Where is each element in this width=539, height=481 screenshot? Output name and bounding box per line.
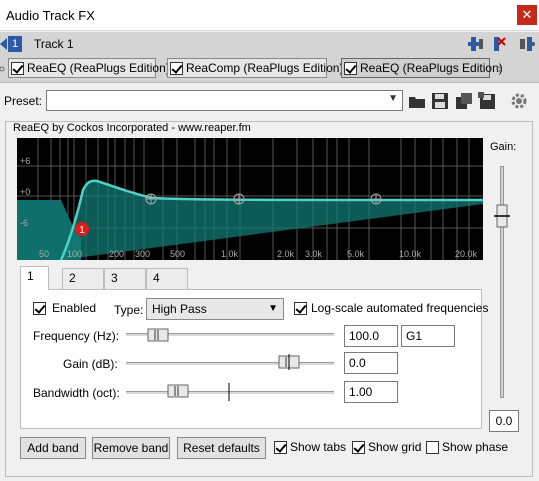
fx-tab-reaeq-1[interactable]: ReaEQ (ReaPlugs Edition) bbox=[8, 58, 170, 78]
fx-remove-icon[interactable] bbox=[489, 35, 507, 53]
svg-text:+6: +6 bbox=[20, 156, 30, 166]
bandwidth-default-marker bbox=[228, 383, 230, 401]
track-bar: 1 Track 1 bbox=[0, 32, 539, 55]
enabled-checkbox-row[interactable]: Enabled bbox=[33, 301, 96, 315]
preset-dropdown[interactable]: ▼ bbox=[46, 90, 403, 111]
enabled-checkbox[interactable] bbox=[33, 301, 46, 315]
open-folder-icon[interactable] bbox=[408, 92, 426, 110]
svg-text:300: 300 bbox=[135, 249, 150, 259]
log-scale-row[interactable]: Log-scale automated frequencies bbox=[294, 301, 488, 315]
fx-enable-checkbox[interactable] bbox=[170, 61, 183, 75]
gain-db-slider[interactable] bbox=[126, 362, 334, 366]
fx-enable-checkbox[interactable] bbox=[344, 61, 357, 75]
log-scale-checkbox[interactable] bbox=[294, 301, 307, 315]
enabled-label: Enabled bbox=[52, 301, 97, 315]
fx-tab-label: ReaEQ (ReaPlugs Edition) bbox=[27, 61, 170, 75]
fx-insert-icon[interactable] bbox=[467, 35, 485, 53]
fx-enable-checkbox[interactable] bbox=[11, 61, 24, 75]
gain-value-field[interactable]: 0.0 bbox=[489, 410, 519, 432]
window-title: Audio Track FX bbox=[6, 8, 95, 23]
svg-text:200: 200 bbox=[109, 249, 124, 259]
type-label: Type: bbox=[114, 303, 144, 317]
type-value: High Pass bbox=[152, 302, 207, 316]
tab-band-3[interactable]: 3 bbox=[104, 268, 146, 289]
add-band-button[interactable]: Add band bbox=[20, 437, 86, 459]
fx-chain-row: ReaEQ (ReaPlugs Edition) ReaComp (ReaPlu… bbox=[0, 55, 539, 83]
fx-tab-label: ReaComp (ReaPlugs Edition) bbox=[186, 61, 344, 75]
plugin-title: ReaEQ by Cockos Incorporated - www.reape… bbox=[13, 122, 251, 134]
log-scale-label: Log-scale automated frequencies bbox=[311, 301, 489, 315]
show-phase-checkbox[interactable] bbox=[426, 440, 439, 454]
bandwidth-field[interactable]: 1.00 bbox=[344, 381, 398, 403]
show-grid-option[interactable]: Show grid bbox=[352, 440, 421, 454]
left-connector-icon bbox=[0, 66, 5, 72]
chevron-down-icon: ▼ bbox=[388, 93, 398, 104]
svg-text:+0: +0 bbox=[20, 187, 30, 197]
frequency-label: Frequency (Hz): bbox=[33, 329, 120, 343]
save-icon[interactable] bbox=[431, 92, 449, 110]
svg-text:100: 100 bbox=[67, 249, 82, 259]
preset-row: Preset: ▼ bbox=[0, 84, 539, 116]
tab-band-2[interactable]: 2 bbox=[62, 268, 104, 289]
svg-text:20.0k: 20.0k bbox=[455, 249, 478, 259]
title-bar: Audio Track FX ✕ bbox=[0, 0, 539, 31]
show-grid-checkbox[interactable] bbox=[352, 440, 365, 454]
fx-routing-icon[interactable] bbox=[518, 35, 536, 53]
type-select[interactable]: High Pass ▼ bbox=[146, 298, 284, 320]
gear-icon[interactable] bbox=[510, 92, 528, 110]
right-connector-icon bbox=[496, 66, 502, 72]
note-field[interactable]: G1 bbox=[401, 325, 455, 347]
track-number: 1 bbox=[8, 36, 22, 52]
gain-db-slider-thumb[interactable] bbox=[278, 354, 300, 370]
frequency-field[interactable]: 100.0 bbox=[344, 325, 398, 347]
show-phase-option[interactable]: Show phase bbox=[426, 440, 508, 454]
gain-db-field[interactable]: 0.0 bbox=[344, 352, 398, 374]
save-as-icon[interactable] bbox=[478, 92, 496, 110]
fx-tab-reaeq-2[interactable]: ReaEQ (ReaPlugs Edition) bbox=[341, 58, 503, 78]
tab-band-1[interactable]: 1 bbox=[20, 266, 49, 290]
chevron-down-icon: ▼ bbox=[268, 303, 278, 314]
show-tabs-label: Show tabs bbox=[290, 440, 347, 454]
svg-text:5.0k: 5.0k bbox=[347, 249, 365, 259]
gain-slider-track[interactable] bbox=[500, 166, 504, 398]
svg-text:500: 500 bbox=[170, 249, 185, 259]
show-tabs-option[interactable]: Show tabs bbox=[274, 440, 346, 454]
track-arrow-icon[interactable] bbox=[0, 38, 7, 50]
svg-text:2.0k: 2.0k bbox=[277, 249, 295, 259]
gain-label: Gain: bbox=[490, 141, 517, 153]
band-marker-label: 1 bbox=[79, 225, 85, 236]
show-grid-label: Show grid bbox=[368, 440, 422, 454]
fx-tab-label: ReaEQ (ReaPlugs Edition) bbox=[360, 61, 503, 75]
preset-label: Preset: bbox=[4, 94, 43, 108]
svg-text:-6: -6 bbox=[20, 218, 28, 228]
show-tabs-checkbox[interactable] bbox=[274, 440, 287, 454]
bandwidth-label: Bandwidth (oct): bbox=[33, 386, 120, 400]
close-button[interactable]: ✕ bbox=[517, 5, 537, 25]
copy-preset-icon[interactable] bbox=[455, 92, 473, 110]
bandwidth-slider-thumb[interactable] bbox=[167, 383, 189, 399]
show-phase-label: Show phase bbox=[442, 440, 509, 454]
svg-text:50: 50 bbox=[39, 249, 49, 259]
eq-graph[interactable]: 1 +6 +0 -6 50 100 200 300 500 1.0k 2.0k … bbox=[17, 138, 483, 260]
frequency-slider-thumb[interactable] bbox=[147, 327, 169, 343]
tab-band-4[interactable]: 4 bbox=[146, 268, 188, 289]
fx-tab-reacomp[interactable]: ReaComp (ReaPlugs Edition) bbox=[167, 58, 343, 78]
gain-db-label: Gain (dB): bbox=[63, 357, 118, 371]
track-name: Track 1 bbox=[34, 37, 74, 51]
svg-text:3.0k: 3.0k bbox=[305, 249, 323, 259]
reset-defaults-button[interactable]: Reset defaults bbox=[177, 437, 266, 459]
svg-text:10.0k: 10.0k bbox=[399, 249, 422, 259]
remove-band-button[interactable]: Remove band bbox=[92, 437, 170, 459]
svg-text:1.0k: 1.0k bbox=[221, 249, 239, 259]
gain-slider-thumb[interactable] bbox=[494, 204, 510, 228]
